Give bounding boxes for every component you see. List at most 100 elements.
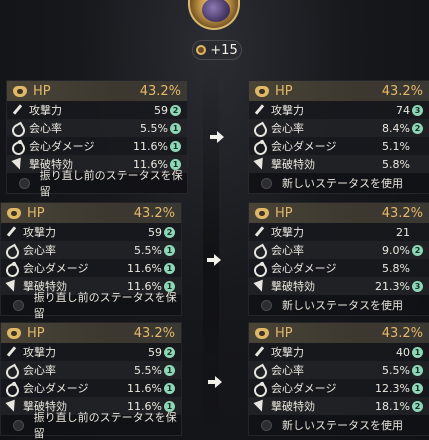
radio-button[interactable] xyxy=(13,299,24,311)
crit-rate-icon xyxy=(253,122,265,134)
break-effect-icon xyxy=(5,280,17,292)
substat-value: 74 xyxy=(396,103,410,117)
roll-count-badge: 2 xyxy=(164,226,175,238)
substat-value: 12.3% xyxy=(375,381,410,395)
main-stat-value: 43.2% xyxy=(139,83,181,99)
roll-count-badge: 1 xyxy=(170,140,181,152)
roll-count-badge: 3 xyxy=(412,104,423,116)
keep-old-option[interactable]: 振り直し前のステータスを保留 xyxy=(1,411,181,440)
panel-current-3: HP 43.2% 攻撃力 59 2 会心率 5.5% 1 会心ダメージ 11.6% 1 撃破… xyxy=(0,322,182,440)
roll-count-badge: 1 xyxy=(412,364,423,376)
substat-value: 59 xyxy=(148,345,162,359)
radio-button[interactable] xyxy=(261,419,272,431)
keep-old-option[interactable]: 振り直し前のステータスを保留 xyxy=(7,169,187,198)
use-new-option[interactable]: 新しいステータスを使用 xyxy=(249,295,429,315)
bonus-pill: +15 xyxy=(192,40,242,60)
substat-name: 会心率 xyxy=(29,122,62,135)
roll-count-badge xyxy=(412,263,423,274)
substat-row: 攻撃力 59 2 xyxy=(1,343,181,361)
radio-button[interactable] xyxy=(261,299,272,311)
substat-row: 会心ダメージ 12.3% 1 xyxy=(249,379,429,397)
roll-count-badge: 1 xyxy=(164,364,175,376)
substat-row: 会心率 5.5% 1 xyxy=(7,119,187,137)
crit-rate-icon xyxy=(11,122,23,134)
roll-count-badge xyxy=(412,227,423,238)
roll-count-badge: 1 xyxy=(412,346,423,358)
crit-dmg-icon xyxy=(5,262,17,274)
substat-name: 会心ダメージ xyxy=(29,140,95,153)
crit-rate-icon xyxy=(5,364,17,376)
panel-new-3: HP 43.2% 攻撃力 40 1 会心率 5.5% 1 会心ダメージ 12.3% 1 撃破… xyxy=(248,322,429,436)
radio-button[interactable] xyxy=(261,177,272,189)
substat-name: 撃破特効 xyxy=(271,158,315,171)
substat-name: 撃破特効 xyxy=(271,400,315,413)
roll-count-badge: 1 xyxy=(164,382,175,394)
substat-name: 会心率 xyxy=(23,244,56,257)
use-new-option[interactable]: 新しいステータスを使用 xyxy=(249,415,429,435)
substat-row: 撃破特効 5.8% xyxy=(249,155,429,173)
substat-row: 会心率 8.4% 2 xyxy=(249,119,429,137)
roll-count-badge xyxy=(412,159,423,170)
substat-value: 11.6% xyxy=(127,261,162,275)
hp-icon xyxy=(13,85,27,97)
main-stat-value: 43.2% xyxy=(133,205,175,221)
option-label: 新しいステータスを使用 xyxy=(282,419,403,432)
substat-name: 攻撃力 xyxy=(23,226,56,239)
hp-icon xyxy=(255,207,269,219)
substat-name: 会心ダメージ xyxy=(271,140,337,153)
option-label: 新しいステータスを使用 xyxy=(282,177,403,190)
keep-old-option[interactable]: 振り直し前のステータスを保留 xyxy=(1,291,181,320)
roll-count-badge xyxy=(412,141,423,152)
substat-name: 会心率 xyxy=(23,364,56,377)
substat-row: 撃破特効 18.1% 2 xyxy=(249,397,429,415)
option-label: 新しいステータスを使用 xyxy=(282,299,403,312)
atk-icon xyxy=(253,104,265,116)
roll-count-badge: 2 xyxy=(412,400,423,412)
atk-icon xyxy=(11,104,23,116)
substat-value: 5.5% xyxy=(140,121,168,135)
option-label: 振り直し前のステータスを保留 xyxy=(33,291,177,320)
option-label: 振り直し前のステータスを保留 xyxy=(39,169,183,198)
option-label: 振り直し前のステータスを保留 xyxy=(33,411,177,440)
main-stat-name: HP xyxy=(275,325,293,341)
hp-icon xyxy=(7,207,21,219)
atk-icon xyxy=(253,226,265,238)
substat-name: 会心率 xyxy=(271,364,304,377)
substat-value: 59 xyxy=(154,103,168,117)
crit-dmg-icon xyxy=(253,382,265,394)
substat-row: 会心ダメージ 11.6% 1 xyxy=(1,259,181,277)
panel-current-1: HP 43.2% 攻撃力 59 2 会心率 5.5% 1 会心ダメージ 11.6% 1 撃破… xyxy=(6,80,188,198)
radio-button[interactable] xyxy=(13,419,24,431)
substat-row: 会心ダメージ 11.6% 1 xyxy=(7,137,187,155)
substat-value: 9.0% xyxy=(382,243,410,257)
main-stat-row: HP 43.2% xyxy=(7,81,187,101)
substat-value: 5.5% xyxy=(134,363,162,377)
main-stat-row: HP 43.2% xyxy=(249,203,429,223)
substat-name: 会心ダメージ xyxy=(271,262,337,275)
relic-image xyxy=(202,0,230,22)
substat-row: 会心率 5.5% 1 xyxy=(249,361,429,379)
roll-count-badge: 3 xyxy=(412,280,423,292)
substat-value: 21 xyxy=(396,225,410,239)
main-stat-row: HP 43.2% xyxy=(249,81,429,101)
atk-icon xyxy=(253,346,265,358)
break-effect-icon xyxy=(253,280,265,292)
substat-value: 5.8% xyxy=(382,261,410,275)
relic-emblem xyxy=(188,0,240,30)
arrow-right-icon xyxy=(207,254,221,266)
coin-icon xyxy=(196,45,207,55)
main-stat-value: 43.2% xyxy=(381,205,423,221)
use-new-option[interactable]: 新しいステータスを使用 xyxy=(249,173,429,193)
substat-row: 攻撃力 59 2 xyxy=(7,101,187,119)
substat-name: 会心ダメージ xyxy=(23,382,89,395)
main-stat-value: 43.2% xyxy=(133,325,175,341)
radio-button[interactable] xyxy=(19,177,30,189)
main-stat-name: HP xyxy=(27,205,45,221)
break-effect-icon xyxy=(253,158,265,170)
hp-icon xyxy=(7,327,21,339)
main-stat-row: HP 43.2% xyxy=(1,203,181,223)
substat-row: 攻撃力 21 xyxy=(249,223,429,241)
roll-count-badge: 1 xyxy=(164,244,175,256)
substat-value: 59 xyxy=(148,225,162,239)
substat-name: 攻撃力 xyxy=(271,104,304,117)
